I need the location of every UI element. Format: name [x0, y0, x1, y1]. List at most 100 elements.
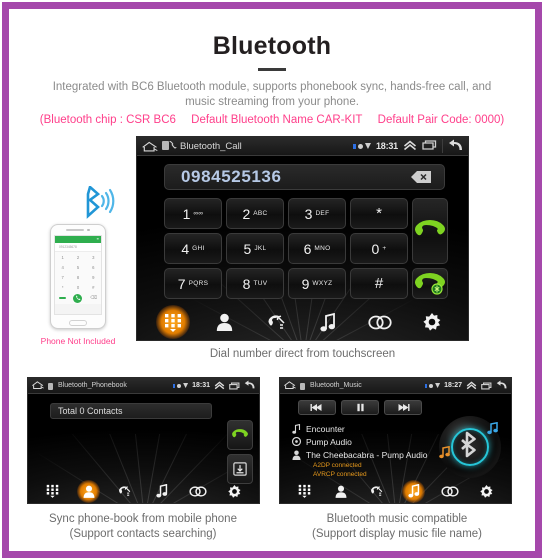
chevron-up-icon[interactable]: [466, 378, 477, 395]
back-arrow-icon[interactable]: [244, 378, 256, 395]
toolbar-music-button[interactable]: [151, 481, 172, 502]
toolbar-music-button[interactable]: [313, 307, 343, 337]
key-6[interactable]: 6 MNO: [288, 233, 346, 264]
phonebook-toolbar[interactable]: [28, 478, 259, 503]
album-text: Pump Audio: [306, 436, 352, 447]
key-2[interactable]: 2 ABC: [226, 198, 284, 229]
dial-keypad[interactable]: 1 ∞∞ 2 ABC 3 DEF * 4 GHI 5 JKL 6 MNO 0 +…: [164, 198, 448, 299]
music-transport-controls[interactable]: [298, 400, 422, 415]
bottom-toolbar[interactable]: [137, 302, 468, 340]
toolbar-call-history-button[interactable]: [262, 307, 292, 337]
transfer-call-button[interactable]: [412, 268, 448, 299]
artist-text: The Cheebacabra - Pump Audio: [306, 449, 428, 460]
back-arrow-icon[interactable]: [496, 378, 508, 395]
phone-key[interactable]: 8: [70, 272, 85, 282]
phone-app-bar-label: ☰: [96, 238, 99, 241]
contacts-search-field[interactable]: Total 0 Contacts: [50, 403, 212, 419]
toolbar-contacts-button[interactable]: [77, 479, 101, 503]
phone-key[interactable]: 0: [70, 282, 85, 292]
phone-key[interactable]: 4: [55, 262, 70, 272]
status-dot-triangle: [364, 143, 371, 149]
head-unit-call-screen: Bluetooth_Call 18:31 0984525136 1 ∞∞ 2 A…: [136, 136, 469, 341]
music-caption: Bluetooth music compatible (Support disp…: [272, 512, 522, 542]
phonebook-caption-line2: (Support contacts searching): [69, 528, 217, 540]
dialed-number-field[interactable]: 0984525136: [164, 164, 445, 190]
key-7[interactable]: 7 PQRS: [164, 268, 222, 299]
key-9[interactable]: 9 WXYZ: [288, 268, 346, 299]
phone-key[interactable]: 7: [55, 272, 70, 282]
status-dot-triangle: [435, 383, 441, 388]
next-track-button[interactable]: [384, 400, 422, 415]
phone-home-button[interactable]: [69, 320, 87, 326]
key-letters: PQRS: [188, 280, 209, 287]
key-digit: 0: [371, 240, 380, 257]
phone-not-included-note: Phone Not Included: [40, 336, 116, 346]
phone-key[interactable]: 1: [55, 252, 70, 262]
music-caption-line1: Bluetooth music compatible: [326, 513, 468, 525]
chevron-up-icon[interactable]: [403, 139, 417, 153]
phonebook-app-label: Bluetooth_Phonebook: [58, 382, 127, 389]
home-icon[interactable]: [31, 378, 45, 395]
key-star[interactable]: *: [350, 198, 408, 229]
key-1[interactable]: 1 ∞∞: [164, 198, 222, 229]
window-icon[interactable]: [422, 140, 437, 152]
phone-key[interactable]: 5: [70, 262, 85, 272]
home-icon[interactable]: [141, 140, 159, 153]
phone-key[interactable]: #: [86, 282, 101, 292]
phone-number-input[interactable]: 0912345678: [55, 243, 101, 252]
key-digit: 3: [304, 205, 313, 222]
artist-row: The Cheebacabra - Pump Audio: [292, 448, 427, 461]
toolbar-call-history-button[interactable]: [367, 481, 388, 502]
key-hash[interactable]: #: [350, 268, 408, 299]
phone-hide-keypad-icon[interactable]: [58, 296, 66, 300]
key-0[interactable]: 0 +: [350, 233, 408, 264]
phone-speaker: [66, 229, 85, 231]
toolbar-pair-link-button[interactable]: [365, 307, 395, 337]
key-letters: ∞∞: [193, 210, 204, 217]
toolbar-contacts-button[interactable]: [330, 481, 351, 502]
toolbar-settings-button[interactable]: [224, 481, 245, 502]
toolbar-settings-button[interactable]: [417, 307, 447, 337]
toolbar-pair-link-button[interactable]: [188, 481, 209, 502]
phonebook-call-button[interactable]: [227, 420, 253, 450]
key-8[interactable]: 8 TUV: [226, 268, 284, 299]
phone-key[interactable]: 2: [70, 252, 85, 262]
phone-key[interactable]: 9: [86, 272, 101, 282]
previous-track-button[interactable]: [298, 400, 336, 415]
phone-key[interactable]: 3: [86, 252, 101, 262]
key-4[interactable]: 4 GHI: [164, 233, 222, 264]
status-dot-circle: [177, 383, 182, 388]
toolbar-keypad-button[interactable]: [155, 305, 190, 339]
phone-backspace-icon[interactable]: ⌫: [90, 295, 97, 301]
key-letters: DEF: [315, 210, 330, 217]
backspace-icon[interactable]: [410, 170, 432, 184]
window-icon[interactable]: [481, 378, 492, 395]
toolbar-music-button[interactable]: [402, 479, 426, 503]
toolbar-keypad-button[interactable]: [294, 481, 315, 502]
phone-call-button[interactable]: [73, 293, 83, 303]
toolbar-settings-button[interactable]: [476, 481, 497, 502]
status-sd-icon: [300, 378, 305, 395]
page-header: Bluetooth Integrated with BC6 Bluetooth …: [0, 32, 544, 126]
phone-key[interactable]: *: [55, 282, 70, 292]
toolbar-pair-link-button[interactable]: [440, 481, 461, 502]
key-5[interactable]: 5 JKL: [226, 233, 284, 264]
music-status-right: 18:27: [424, 378, 508, 395]
music-toolbar[interactable]: [280, 478, 511, 503]
chevron-up-icon[interactable]: [214, 378, 225, 395]
phone-key[interactable]: 6: [86, 262, 101, 272]
product-feature-page: Bluetooth Integrated with BC6 Bluetooth …: [0, 0, 544, 560]
toolbar-keypad-button[interactable]: [42, 481, 63, 502]
main-screen-caption: Dial number direct from touchscreen: [209, 348, 396, 360]
key-3[interactable]: 3 DEF: [288, 198, 346, 229]
call-button[interactable]: [412, 198, 448, 264]
back-arrow-icon[interactable]: [448, 139, 464, 154]
key-digit: *: [376, 205, 382, 222]
home-icon[interactable]: [283, 378, 297, 395]
window-icon[interactable]: [229, 378, 240, 395]
toolbar-call-history-button[interactable]: [115, 481, 136, 502]
phone-camera: [87, 228, 90, 232]
pause-button[interactable]: [341, 400, 379, 415]
toolbar-contacts-button[interactable]: [210, 307, 240, 337]
phone-keypad[interactable]: 1 2 3 4 5 6 7 8 9 * 0 #: [55, 252, 101, 292]
